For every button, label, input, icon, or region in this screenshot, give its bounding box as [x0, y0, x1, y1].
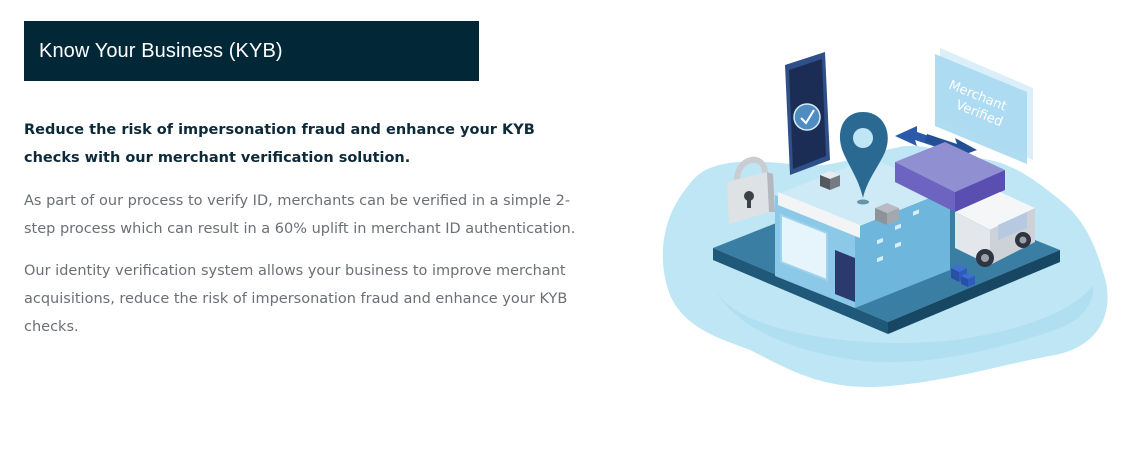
- body-paragraph-acquisitions: Our identity verification system allows …: [24, 263, 568, 335]
- body-paragraph-verification: As part of our process to verify ID, mer…: [24, 193, 576, 237]
- lead-paragraph: Reduce the risk of impersonation fraud a…: [24, 122, 535, 166]
- merchant-verification-illustration: Merchant Verified: [655, 40, 1120, 395]
- section-title: Know Your Business (KYB): [39, 39, 283, 62]
- section-title-banner: Know Your Business (KYB): [24, 21, 479, 81]
- checkmark-icon: [793, 103, 821, 131]
- kyb-description: Reduce the risk of impersonation fraud a…: [24, 116, 594, 355]
- smartphone-icon: [785, 52, 830, 175]
